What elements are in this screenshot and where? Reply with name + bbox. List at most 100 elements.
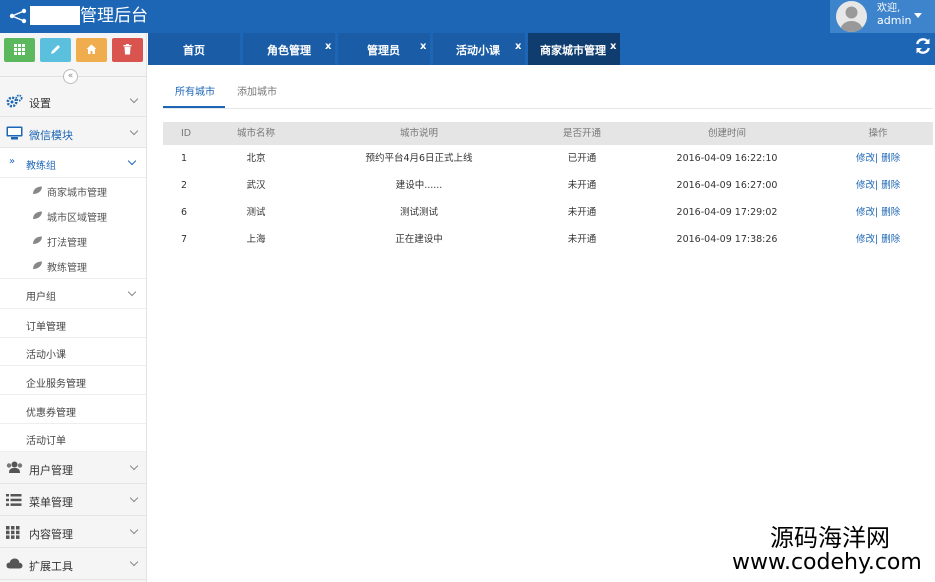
cell-actions: 修改| 删除 [856, 172, 900, 199]
leaf-icon [33, 261, 42, 269]
cell-id: 1 [181, 153, 188, 164]
cell-status: 已开通 [567, 153, 597, 164]
gears-icon [6, 94, 23, 108]
sidebar-item-label: 优惠券管理 [26, 408, 76, 419]
subtab-all-cities[interactable]: 所有城市 [163, 83, 225, 108]
table-row: 6 测试 测试测试 未开通 2016-04-09 17:29:02 修改| 删除 [163, 199, 933, 226]
shortcut-buttons [4, 38, 144, 64]
sidebar-item-user-mgmt[interactable]: 用户管理 [0, 452, 146, 484]
column-header-created: 创建时间 [707, 128, 747, 139]
watermark-url: www.codehy.com [732, 550, 922, 575]
sidebar-item-label: 打法管理 [47, 238, 87, 249]
chevron-down-icon [129, 525, 139, 535]
delete-link[interactable]: 删除 [881, 153, 900, 164]
tab-label: 管理员 [367, 44, 400, 57]
table-header: ID 城市名称 城市说明 是否开通 创建时间 操作 [163, 122, 933, 145]
sidebar: « 设置 微信模块 » 教练组 商家城市管理 城市区域管理 打法管理 教练管理 … [0, 33, 147, 582]
refresh-icon[interactable] [914, 37, 932, 55]
column-header-actions: 操作 [868, 128, 888, 139]
separator: | [875, 180, 879, 191]
username: admin [877, 14, 912, 27]
tab-close-icon[interactable]: x [325, 41, 331, 52]
cloud-icon [6, 558, 23, 569]
cell-id: 7 [181, 234, 188, 245]
sidebar-item-merchant-city[interactable]: 商家城市管理 [0, 178, 146, 203]
sidebar-item-menu-mgmt[interactable]: 菜单管理 [0, 484, 146, 516]
sidebar-item-coupons[interactable]: 优惠券管理 [0, 395, 146, 424]
sidebar-item-user-group[interactable]: 用户组 [0, 279, 146, 309]
tab-home[interactable]: 首页 [148, 33, 240, 65]
grid-icon [6, 526, 20, 539]
sidebar-item-label: 微信模块 [29, 129, 73, 142]
cell-status: 未开通 [567, 234, 597, 245]
sidebar-item-coach-group[interactable]: » 教练组 [0, 148, 146, 178]
sidebar-item-tools[interactable]: 扩展工具 [0, 548, 146, 580]
leaf-icon [33, 211, 42, 219]
column-header-id: ID [181, 128, 192, 139]
cell-name: 上海 [246, 234, 266, 245]
sidebar-item-coach-mgmt[interactable]: 教练管理 [0, 253, 146, 279]
home-icon [86, 44, 97, 54]
cell-created: 2016-04-09 17:29:02 [676, 207, 778, 218]
tab-merchant-city[interactable]: 商家城市管理 x [528, 33, 620, 65]
sidebar-item-activity-orders[interactable]: 活动订单 [0, 424, 146, 452]
tab-close-icon[interactable]: x [610, 41, 616, 52]
cell-actions: 修改| 删除 [856, 145, 900, 172]
sidebar-item-label: 教练组 [26, 161, 56, 172]
sidebar-item-label: 活动订单 [26, 436, 66, 447]
sidebar-item-enterprise[interactable]: 企业服务管理 [0, 366, 146, 395]
sidebar-item-label: 用户组 [26, 292, 56, 303]
table-row: 1 北京 预约平台4月6日正式上线 已开通 2016-04-09 16:22:1… [163, 145, 933, 172]
sidebar-collapse-button[interactable]: « [63, 69, 78, 84]
edit-link[interactable]: 修改 [856, 180, 875, 191]
user-menu[interactable]: 欢迎, admin [830, 0, 935, 33]
cell-actions: 修改| 删除 [856, 226, 900, 253]
chevron-down-icon [129, 461, 139, 471]
chevron-down-icon [129, 94, 139, 104]
logo-mask [30, 6, 80, 25]
edit-link[interactable]: 修改 [856, 207, 875, 218]
column-header-status: 是否开通 [562, 128, 602, 139]
sidebar-item-label: 企业服务管理 [26, 379, 86, 390]
delete-link[interactable]: 删除 [881, 207, 900, 218]
user-avatar-icon [840, 6, 863, 32]
chevron-down-icon [127, 287, 137, 297]
sidebar-item-orders[interactable]: 订单管理 [0, 309, 146, 338]
sidebar-item-label: 教练管理 [47, 263, 87, 274]
delete-link[interactable]: 删除 [881, 180, 900, 191]
leaf-icon [33, 186, 42, 194]
sidebar-item-wechat[interactable]: 微信模块 [0, 117, 146, 148]
tab-close-icon[interactable]: x [420, 41, 426, 52]
shortcut-grid-button[interactable] [4, 38, 35, 62]
sidebar-item-label: 设置 [29, 97, 51, 110]
cell-actions: 修改| 删除 [856, 199, 900, 226]
delete-link[interactable]: 删除 [881, 234, 900, 245]
sidebar-item-label: 扩展工具 [29, 560, 73, 573]
tab-activity-class[interactable]: 活动小课 x [433, 33, 525, 65]
edit-link[interactable]: 修改 [856, 234, 875, 245]
sidebar-item-settings[interactable]: 设置 [0, 86, 146, 117]
sidebar-item-play-style[interactable]: 打法管理 [0, 228, 146, 253]
shortcut-edit-button[interactable] [40, 38, 71, 62]
sidebar-item-city-area[interactable]: 城市区域管理 [0, 203, 146, 228]
sidebar-item-label: 菜单管理 [29, 496, 73, 509]
chevron-down-icon [127, 156, 137, 166]
share-icon [9, 8, 27, 24]
sidebar-item-label: 活动小课 [26, 350, 66, 361]
sidebar-item-activity-class[interactable]: 活动小课 [0, 338, 146, 366]
sidebar-item-content-mgmt[interactable]: 内容管理 [0, 516, 146, 548]
shortcut-delete-button[interactable] [112, 38, 143, 62]
shortcut-home-button[interactable] [76, 38, 107, 62]
tab-admins[interactable]: 管理员 x [338, 33, 430, 65]
sidebar-item-label: 商家城市管理 [47, 188, 107, 199]
monitor-icon [6, 126, 23, 140]
subtab-add-city[interactable]: 添加城市 [237, 83, 277, 108]
tab-close-icon[interactable]: x [515, 41, 521, 52]
tab-roles[interactable]: 角色管理 x [243, 33, 335, 65]
avatar [836, 1, 867, 32]
cell-name: 北京 [246, 153, 266, 164]
chevron-down-icon [129, 493, 139, 503]
sidebar-item-label: 城市区域管理 [47, 213, 107, 224]
separator: | [875, 207, 879, 218]
edit-link[interactable]: 修改 [856, 153, 875, 164]
